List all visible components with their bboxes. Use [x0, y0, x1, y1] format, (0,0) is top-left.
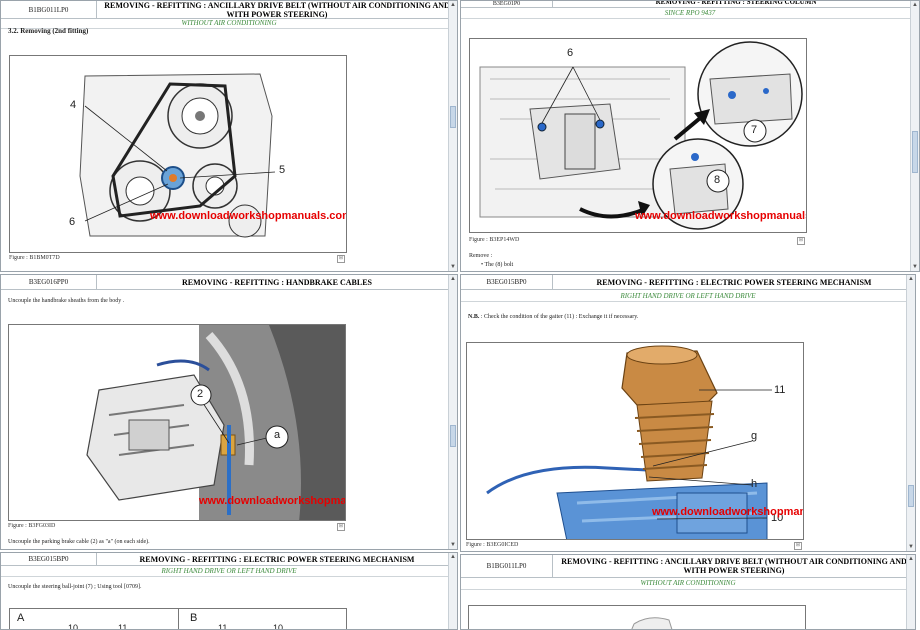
- doc-code: B3EG015BP0: [461, 275, 553, 289]
- instruction-text: Uncouple the handbrake sheaths from the …: [8, 298, 125, 304]
- note-body: : Check the condition of the gaiter (11)…: [480, 314, 639, 320]
- figure-steering-column: 6 7 8 www.downloadworkshopmanuals.com: [469, 38, 807, 233]
- zoom-figure-icon[interactable]: ⊞: [337, 523, 345, 531]
- doc-title: REMOVING - REFITTING : ANCILLARY DRIVE B…: [561, 557, 907, 575]
- doc-title: REMOVING - REFITTING : STEERING COLUMN: [655, 0, 817, 6]
- remove-label: Remove :: [469, 253, 493, 259]
- figure-caption: Figure : B3EP14WD: [469, 237, 520, 243]
- vertical-scrollbar[interactable]: ▲ ▼: [906, 275, 915, 551]
- drive-belt-illustration: [631, 617, 673, 629]
- doc-title: REMOVING - REFITTING : ELECTRIC POWER ST…: [596, 277, 872, 287]
- zoom-figure-icon[interactable]: ⊞: [797, 237, 805, 245]
- note-label: N.B.: [468, 314, 480, 320]
- doc-code: B1BG011LP0: [1, 1, 97, 18]
- callout-6: 6: [69, 216, 76, 228]
- scroll-up-arrow[interactable]: ▲: [449, 275, 457, 283]
- zoom-figure-icon[interactable]: ⊞: [794, 542, 802, 550]
- scroll-up-arrow[interactable]: ▲: [449, 553, 457, 561]
- callout-8: 8: [714, 174, 721, 186]
- scroll-thumb[interactable]: [450, 425, 456, 447]
- bullet-item: • The (8) bolt: [481, 262, 514, 268]
- figure-caption: Figure : B1BM0T7D: [9, 255, 60, 261]
- document-panel-drive-belt-refitting: B1BG011LP0 REMOVING - REFITTING : ANCILL…: [460, 554, 916, 630]
- scroll-thumb[interactable]: [450, 106, 456, 128]
- note-text: N.B. : Check the condition of the gaiter…: [468, 314, 638, 320]
- instruction-text: Uncouple the parking brake cable (2) as …: [8, 539, 150, 545]
- engine-belt-illustration: [79, 73, 276, 238]
- scroll-up-arrow[interactable]: ▲: [449, 1, 457, 9]
- scroll-down-arrow[interactable]: ▼: [911, 263, 919, 271]
- doc-subtitle: RIGHT HAND DRIVE OR LEFT HAND DRIVE: [1, 566, 457, 577]
- scroll-up-arrow[interactable]: ▲: [911, 1, 919, 9]
- vertical-scrollbar[interactable]: ▲ ▼: [448, 275, 457, 549]
- scroll-up-arrow[interactable]: ▲: [907, 555, 915, 563]
- figure-drive-belt: [468, 605, 806, 629]
- callout-6: 6: [567, 47, 574, 59]
- scroll-thumb[interactable]: [908, 485, 914, 507]
- callout-2: 2: [197, 388, 204, 400]
- figure-engine-belt: 4 5 6 www.downloadworkshopmanuals.com: [9, 55, 347, 253]
- callout-5: 5: [279, 164, 286, 176]
- figure-ball-joint: A B 10 11 11 10: [9, 608, 347, 630]
- figure-caption: Figure : B3FG03ID: [8, 523, 56, 529]
- panel-header: B1BG011LP0 REMOVING - REFITTING : ANCILL…: [461, 555, 915, 578]
- vertical-scrollbar[interactable]: ▲: [906, 555, 915, 629]
- document-panel-power-steering-gaiter: B3EG015BP0 REMOVING - REFITTING : ELECTR…: [460, 274, 916, 552]
- panel-header: B1BG011LP0 REMOVING - REFITTING : ANCILL…: [1, 1, 457, 19]
- callout-g: g: [751, 430, 758, 442]
- step-heading: 3.2. Removing (2nd fitting): [8, 27, 89, 35]
- scroll-down-arrow[interactable]: ▼: [907, 543, 915, 551]
- panel-header: B3EG01P0 REMOVING - REFITTING : STEERING…: [461, 1, 919, 8]
- watermark-text: www.downloadworkshopmanuals.com: [150, 210, 347, 222]
- vertical-scrollbar[interactable]: ▲: [448, 553, 457, 629]
- figure-gaiter: 11 g h 10 www.downloadworkshopmanuals.co…: [466, 342, 804, 540]
- zoom-figure-icon[interactable]: ⊞: [337, 255, 345, 263]
- callout-10: 10: [68, 623, 79, 630]
- panel-header: B3EG016PP0 REMOVING - REFITTING : HANDBR…: [1, 275, 457, 290]
- callout-11: 11: [218, 623, 228, 630]
- scroll-up-arrow[interactable]: ▲: [907, 275, 915, 283]
- document-panel-drive-belt-removing: B1BG011LP0 REMOVING - REFITTING : ANCILL…: [0, 0, 458, 272]
- doc-title: REMOVING - REFITTING : ANCILLARY DRIVE B…: [104, 0, 450, 19]
- doc-title: REMOVING - REFITTING : HANDBRAKE CABLES: [181, 277, 373, 287]
- callout-7: 7: [751, 124, 758, 136]
- doc-subtitle: SINCE RPO 9437: [461, 8, 919, 19]
- bullet-text: The (8) bolt: [484, 262, 514, 268]
- document-panel-handbrake-cables: B3EG016PP0 REMOVING - REFITTING : HANDBR…: [0, 274, 458, 550]
- callout-h: h: [751, 478, 758, 490]
- doc-code: B1BG011LP0: [461, 555, 553, 577]
- watermark-text: www.downloadworkshopmanuals.com: [652, 506, 804, 518]
- doc-code: B3EG016PP0: [1, 275, 97, 289]
- watermark-text: www.downloadworkshopmanuals.com: [199, 495, 346, 507]
- panel-header: B3EG015BP0 REMOVING - REFITTING : ELECTR…: [461, 275, 915, 290]
- callout-11: 11: [774, 384, 786, 396]
- scroll-thumb[interactable]: [912, 131, 918, 173]
- scroll-down-arrow[interactable]: ▼: [449, 541, 457, 549]
- instruction-text: Uncouple the steering ball-joint (7) ; U…: [8, 584, 142, 590]
- document-panel-power-steering-left: B3EG015BP0 REMOVING - REFITTING : ELECTR…: [0, 552, 458, 630]
- doc-subtitle: WITHOUT AIR CONDITIONING: [461, 578, 915, 590]
- panel-header: B3EG015BP0 REMOVING - REFITTING : ELECTR…: [1, 553, 457, 566]
- callout-11: 11: [118, 623, 128, 630]
- doc-subtitle: RIGHT HAND DRIVE OR LEFT HAND DRIVE: [461, 291, 915, 302]
- view-label-a: A: [17, 612, 25, 624]
- doc-code: B3EG015BP0: [1, 553, 97, 565]
- doc-code: B3EG01P0: [461, 1, 553, 7]
- document-panel-steering-column: B3EG01P0 REMOVING - REFITTING : STEERING…: [460, 0, 920, 272]
- callout-10: 10: [273, 623, 284, 630]
- callout-a: a: [274, 429, 281, 441]
- doc-title: REMOVING - REFITTING : ELECTRIC POWER ST…: [139, 554, 415, 564]
- vertical-scrollbar[interactable]: ▲ ▼: [448, 1, 457, 271]
- figure-brake-caliper: 2 a www.downloadworkshopmanuals.com: [8, 324, 346, 521]
- figure-caption: Figure : B3EG0ICED: [466, 542, 519, 548]
- scroll-down-arrow[interactable]: ▼: [449, 263, 457, 271]
- brake-caliper-illustration: [86, 325, 345, 520]
- view-label-b: B: [190, 612, 198, 624]
- watermark-text: www.downloadworkshopmanuals.com: [635, 210, 806, 222]
- vertical-scrollbar[interactable]: ▲ ▼: [910, 1, 919, 271]
- callout-4: 4: [70, 99, 77, 111]
- steering-column-illustration: [479, 41, 803, 230]
